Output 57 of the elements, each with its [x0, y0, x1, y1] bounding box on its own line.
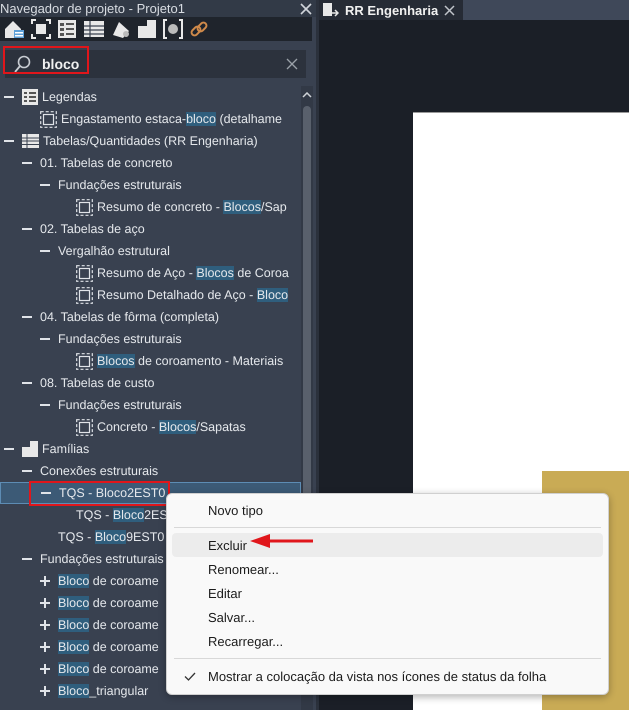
tree-item[interactable]: Fundações estruturais [0, 328, 301, 350]
table-icon [22, 134, 39, 148]
legend-icon [22, 89, 38, 105]
tree-item[interactable]: Resumo de concreto - Blocos/Sap [0, 196, 301, 218]
tree-item[interactable]: Tabelas/Quantidades (RR Engenharia) [0, 130, 301, 152]
sheet-roll-icon[interactable] [111, 19, 131, 39]
tree-item[interactable]: Legendas [0, 86, 301, 108]
view-frame-icon [76, 352, 93, 370]
close-icon[interactable] [300, 2, 312, 14]
tree-item[interactable]: Resumo de Aço - Blocos de Coroa [0, 262, 301, 284]
tree-item[interactable]: 02. Tabelas de aço [0, 218, 301, 240]
pointer-arrow [250, 533, 314, 549]
expand-icon[interactable] [40, 598, 50, 608]
link-icon[interactable] [189, 19, 209, 39]
clear-icon[interactable] [286, 58, 298, 70]
document-tab[interactable]: RR Engenharia [319, 0, 464, 20]
tree-item[interactable]: Blocos de coroamento - Materiais [0, 350, 301, 372]
expand-icon[interactable] [40, 642, 50, 652]
sheet-icon [323, 3, 339, 17]
panel-title: Navegador de projeto - Projeto1 [0, 1, 186, 16]
search-icon [14, 55, 32, 73]
search-field[interactable]: bloco [5, 50, 306, 78]
tree-item[interactable]: Conexões estruturais [0, 460, 301, 482]
expand-icon[interactable] [40, 686, 50, 696]
tree-item[interactable]: 01. Tabelas de concreto [0, 152, 301, 174]
scroll-up-icon[interactable] [302, 92, 312, 98]
view-frame-icon [76, 198, 93, 216]
expand-icon[interactable] [40, 576, 50, 586]
family-icon [22, 441, 38, 457]
tree-item[interactable]: Resumo Detalhado de Aço - Bloco [0, 284, 301, 306]
menu-item[interactable]: Salvar... [172, 605, 603, 629]
tree-item[interactable]: Famílias [0, 438, 301, 460]
view-frame-icon [76, 264, 93, 282]
cube-frame-icon[interactable] [31, 19, 51, 39]
tree-item[interactable]: Fundações estruturais [0, 394, 301, 416]
menu-item[interactable]: Editar [172, 581, 603, 605]
view-icon[interactable] [163, 19, 183, 39]
tree-item[interactable]: Concreto - Blocos/Sapatas [0, 416, 301, 438]
expand-icon[interactable] [40, 620, 50, 630]
view-frame-icon [76, 286, 93, 304]
tree-item[interactable]: 04. Tabelas de fôrma (completa) [0, 306, 301, 328]
home-icon[interactable] [3, 19, 25, 39]
close-icon[interactable] [444, 4, 456, 16]
legend-icon[interactable] [57, 19, 77, 39]
table-icon[interactable] [83, 20, 105, 38]
menu-item[interactable]: Mostrar a colocação da vista nos ícones de status da folha [172, 664, 603, 688]
expand-icon[interactable] [40, 664, 50, 674]
tree-item[interactable]: 08. Tabelas de custo [0, 372, 301, 394]
menu-item[interactable]: Renomear... [172, 557, 603, 581]
tree-item[interactable]: Engastamento estaca-bloco (detalhame [0, 108, 301, 130]
family-icon[interactable] [137, 19, 157, 39]
view-frame-icon [76, 418, 93, 436]
tree-item[interactable]: Fundações estruturais [0, 174, 301, 196]
view-frame-icon [40, 110, 57, 128]
menu-item[interactable]: Excluir [172, 533, 603, 557]
tree-item[interactable]: Vergalhão estrutural [0, 240, 301, 262]
menu-item[interactable]: Recarregar... [172, 629, 603, 653]
